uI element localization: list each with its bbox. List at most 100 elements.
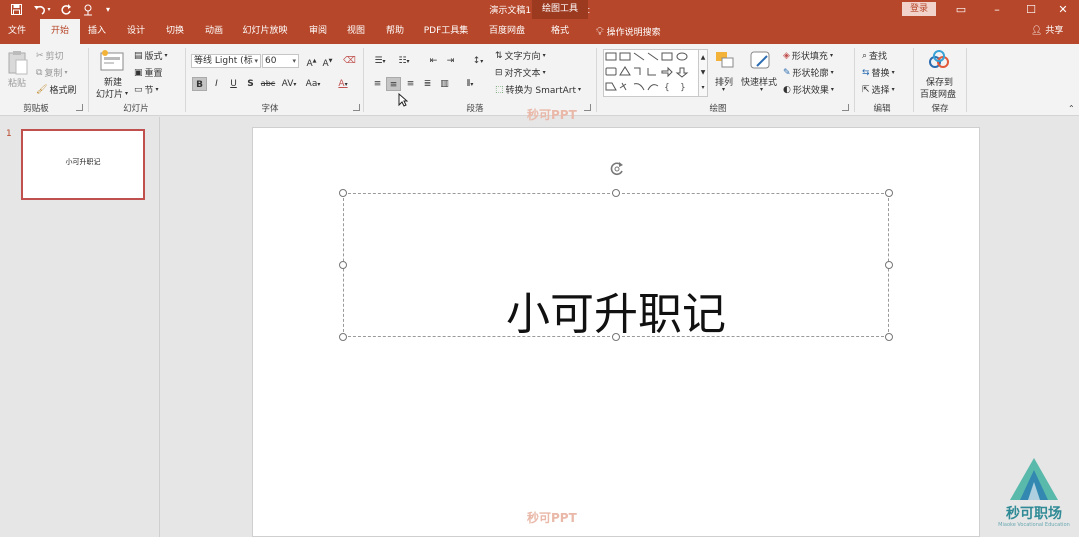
strikethrough-button[interactable]: abc: [259, 77, 277, 91]
tab-animations[interactable]: 动画: [198, 19, 230, 44]
tab-help[interactable]: 帮助: [379, 19, 411, 44]
change-case-button[interactable]: Aa▾: [302, 77, 324, 91]
tab-pdf-tools[interactable]: PDF工具集: [418, 19, 474, 44]
distribute-icon[interactable]: ▥: [437, 77, 452, 91]
resize-handle-sw[interactable]: [339, 333, 347, 341]
paragraph-launcher-icon[interactable]: [584, 104, 591, 111]
paragraph-group-label: 段落: [466, 104, 484, 114]
svg-text:}: }: [680, 83, 686, 93]
minimize-icon[interactable]: –: [979, 0, 1015, 19]
tell-me-label: 操作说明搜索: [606, 28, 661, 38]
save-group-label: 保存: [931, 104, 949, 114]
font-launcher-icon[interactable]: [353, 104, 360, 111]
drawing-launcher-icon[interactable]: [842, 104, 849, 111]
align-right-icon[interactable]: ≡: [403, 77, 418, 91]
slide-thumbnail[interactable]: 小可升职记: [21, 129, 145, 200]
login-button[interactable]: 登录: [902, 2, 936, 16]
collapse-ribbon-icon[interactable]: ⌃: [1068, 104, 1075, 113]
divider: [88, 48, 89, 112]
quick-styles-button[interactable]: 快速样式: [741, 75, 777, 88]
bullets-icon[interactable]: ☰▾: [370, 54, 390, 68]
shape-outline-button[interactable]: ✎ 形状轮廓 ▾: [783, 66, 834, 80]
tab-insert[interactable]: 插入: [82, 19, 112, 44]
new-slide-icon[interactable]: [100, 50, 126, 74]
divider: [363, 48, 364, 112]
thumbnail-text: 小可升职记: [65, 158, 101, 166]
tab-format[interactable]: 格式: [540, 19, 580, 44]
tab-design[interactable]: 设计: [120, 19, 152, 44]
tab-baidu-pan[interactable]: 百度网盘: [482, 19, 532, 44]
shadow-button[interactable]: S: [243, 77, 258, 91]
find-button[interactable]: ⌕ 查找: [862, 49, 887, 63]
tab-review[interactable]: 审阅: [302, 19, 334, 44]
logo-subtext: Miaoke Vocational Education: [998, 522, 1070, 528]
tab-file[interactable]: 文件: [2, 19, 32, 44]
close-icon[interactable]: ✕: [1045, 0, 1079, 19]
smartart-button[interactable]: ⬚ 转换为 SmartArt ▾: [495, 83, 581, 97]
tab-slideshow[interactable]: 幻灯片放映: [237, 19, 293, 44]
shape-gallery-scroll[interactable]: ▲ ▼ ▾: [698, 49, 708, 97]
tell-me-search[interactable]: 💡︎ 操作说明搜索: [596, 19, 661, 44]
new-slide-button[interactable]: 幻灯片 ▾: [96, 87, 128, 100]
share-label: 共享: [1045, 26, 1064, 36]
resize-handle-se[interactable]: [885, 333, 893, 341]
rotate-handle-icon[interactable]: [608, 160, 626, 178]
replace-button[interactable]: ⇆ 替换 ▾: [862, 66, 895, 80]
clear-format-icon[interactable]: ⌫: [342, 54, 357, 68]
font-size-select[interactable]: 60 ▾: [262, 54, 299, 68]
section-button[interactable]: ▭ 节 ▾: [134, 83, 159, 97]
italic-button[interactable]: I: [209, 77, 224, 91]
font-color-button[interactable]: A▾: [332, 77, 354, 91]
clipboard-launcher-icon[interactable]: [76, 104, 83, 111]
tab-transitions[interactable]: 切换: [159, 19, 191, 44]
ribbon-display-icon[interactable]: ▭: [943, 0, 979, 19]
ribbon-home: 粘贴 ✂ 剪切 ⧉ 复制 ▾ 🖌︎ 格式刷 剪贴板 新建 幻灯片 ▾ ▤ 版式 ▾ ▣ 重置 ▭…: [0, 44, 1079, 122]
justify-icon[interactable]: ≣: [420, 77, 435, 91]
numbering-icon[interactable]: ☷▾: [394, 54, 414, 68]
resize-handle-n[interactable]: [612, 189, 620, 197]
maximize-icon[interactable]: ☐: [1013, 0, 1049, 19]
align-left-icon[interactable]: ≡: [370, 77, 385, 91]
select-button[interactable]: ⇱ 选择 ▾: [862, 83, 895, 97]
shapes-icon: { }: [605, 52, 689, 93]
increase-font-icon[interactable]: A▲: [304, 54, 319, 69]
baidu-cloud-icon[interactable]: [927, 50, 953, 74]
chevron-down-icon: ▾: [292, 57, 296, 65]
format-painter-button[interactable]: 🖌︎ 格式刷: [36, 83, 76, 97]
shape-gallery[interactable]: { }: [603, 49, 707, 97]
align-text-button[interactable]: ⊟ 对齐文本 ▾: [495, 66, 546, 80]
increase-indent-icon[interactable]: ⇥: [443, 54, 458, 68]
columns-icon[interactable]: ⫴▾: [460, 77, 480, 91]
resize-handle-e[interactable]: [885, 261, 893, 269]
line-spacing-icon[interactable]: ↕▾: [468, 54, 488, 68]
resize-handle-ne[interactable]: [885, 189, 893, 197]
effects-icon: ◐: [783, 84, 791, 95]
font-name-select[interactable]: 等线 Light (标 ▾: [191, 54, 261, 68]
tab-home[interactable]: 开始: [40, 19, 80, 44]
underline-button[interactable]: U: [226, 77, 241, 91]
decrease-font-icon[interactable]: A▼: [320, 54, 335, 69]
shape-effects-button[interactable]: ◐ 形状效果 ▾: [783, 83, 834, 97]
paste-icon[interactable]: [7, 50, 33, 75]
layout-button[interactable]: ▤ 版式 ▾: [134, 49, 168, 63]
cut-button[interactable]: ✂ 剪切: [36, 49, 64, 63]
decrease-indent-icon[interactable]: ⇤: [426, 54, 441, 68]
paint-bucket-icon: ◈: [783, 50, 790, 61]
save-to-baidu-button[interactable]: 百度网盘: [920, 87, 956, 100]
reset-button[interactable]: ▣ 重置: [134, 66, 163, 80]
tab-view[interactable]: 视图: [340, 19, 372, 44]
person-icon: 👤︎: [1031, 26, 1043, 36]
text-direction-button[interactable]: ⇅ 文字方向 ▾: [495, 49, 546, 63]
shape-fill-button[interactable]: ◈ 形状填充 ▾: [783, 49, 833, 63]
resize-handle-w[interactable]: [339, 261, 347, 269]
copy-button[interactable]: ⧉ 复制 ▾: [36, 66, 67, 80]
quick-styles-icon[interactable]: [749, 50, 775, 74]
align-center-icon[interactable]: ≡: [386, 77, 401, 91]
resize-handle-s[interactable]: [612, 333, 620, 341]
resize-handle-nw[interactable]: [339, 189, 347, 197]
share-button[interactable]: 👤︎ 共享: [1031, 19, 1063, 44]
arrange-icon[interactable]: [714, 50, 740, 74]
char-spacing-button[interactable]: AV▾: [278, 77, 300, 91]
watermark-text: 秒可PPT: [527, 511, 577, 525]
bold-button[interactable]: B: [192, 77, 207, 91]
